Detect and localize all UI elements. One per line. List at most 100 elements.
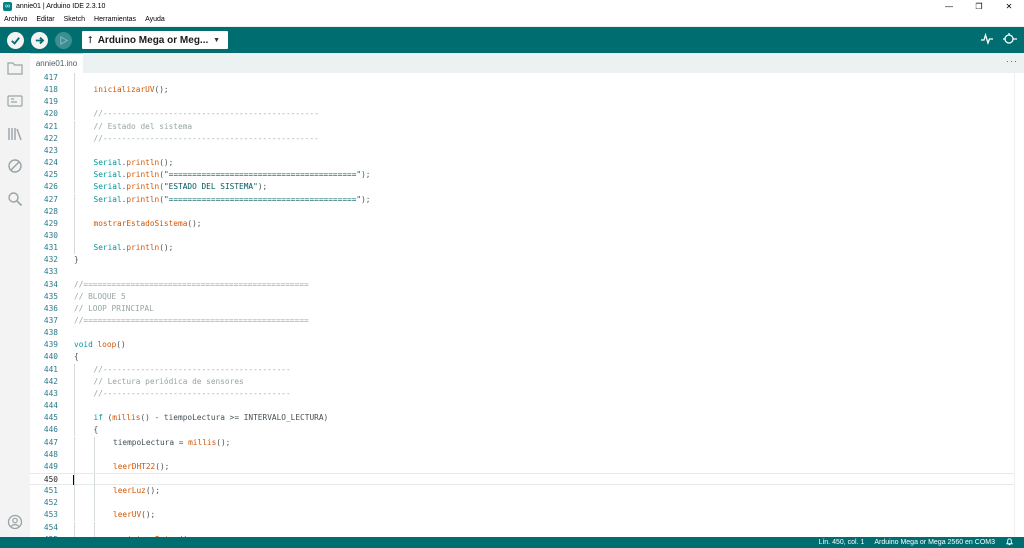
line-number: 439 — [43, 340, 58, 350]
account-avatar-icon[interactable] — [6, 513, 24, 531]
code-token: Serial — [93, 158, 122, 168]
verify-button[interactable] — [7, 31, 24, 49]
code-token: { — [74, 352, 79, 362]
code-line[interactable]: 431 Serial.println(); — [30, 242, 1014, 255]
debug-button[interactable] — [55, 31, 72, 49]
close-button[interactable]: ✕ — [994, 0, 1024, 13]
code-line[interactable]: 450 — [30, 472, 1014, 486]
code-line[interactable]: 432} — [30, 254, 1014, 266]
code-line[interactable]: 451 leerLuz(); — [30, 485, 1014, 498]
code-line[interactable]: 422 //-----------------------------------… — [30, 132, 1014, 145]
minimize-button[interactable]: — — [934, 0, 964, 13]
code-line[interactable]: 449 leerDHT22(); — [30, 460, 1014, 473]
code-line[interactable]: 445 if (millis() - tiempoLectura >= INTER… — [30, 412, 1014, 425]
board-selector[interactable]: ⭡ Arduino Mega or Meg... ▼ — [82, 31, 228, 49]
editor-scrollbar[interactable] — [1014, 73, 1024, 537]
code-line[interactable]: 434 //===================================… — [30, 279, 1014, 291]
code-line[interactable]: 439 void loop() — [30, 339, 1014, 351]
code-line[interactable]: 448 — [30, 448, 1014, 461]
code-token: Serial — [93, 182, 122, 192]
serial-monitor-icon[interactable] — [1002, 32, 1018, 46]
line-number: 443 — [43, 388, 58, 398]
sketchbook-folder-icon[interactable] — [6, 59, 24, 77]
line-number: 431 — [43, 243, 58, 253]
code-token: println — [126, 182, 160, 192]
code-line[interactable]: 441 //-----------------------------------… — [30, 363, 1014, 376]
code-line[interactable]: 438 — [30, 327, 1014, 339]
code-text: Serial.println("ESTADO DEL SISTEMA"); — [94, 181, 268, 193]
activity-sidebar — [0, 53, 30, 537]
code-text: Serial.println(); — [94, 157, 174, 169]
code-token: println — [126, 170, 160, 180]
indent-guide — [74, 375, 75, 388]
indent-guide — [74, 120, 75, 133]
code-line[interactable]: 440 { — [30, 351, 1014, 363]
code-line[interactable]: 420 //-----------------------------------… — [30, 108, 1014, 121]
line-number: 444 — [43, 401, 58, 411]
code-token: (); — [159, 158, 174, 168]
search-icon[interactable] — [6, 190, 24, 208]
code-line[interactable]: 430 — [30, 229, 1014, 242]
code-line[interactable]: 436 // LOOP PRINCIPAL — [30, 303, 1014, 315]
code-text: //--------------------------------------… — [94, 364, 291, 376]
line-number: 433 — [43, 267, 58, 277]
code-line[interactable]: 442 // Lectura periódica de sensores — [30, 375, 1014, 388]
code-line[interactable]: 443 //-----------------------------------… — [30, 387, 1014, 400]
code-line[interactable]: 444 — [30, 400, 1014, 413]
boards-manager-icon[interactable] — [6, 92, 24, 110]
indent-guide — [74, 412, 75, 425]
code-line[interactable]: 423 — [30, 144, 1014, 157]
line-number: 446 — [43, 425, 58, 435]
code-line[interactable]: 427 Serial.println("=====================… — [30, 193, 1014, 206]
code-line[interactable]: 421 // Estado del sistema — [30, 120, 1014, 133]
menu-herramientas[interactable]: Herramientas — [94, 16, 136, 23]
code-line[interactable]: 429 mostrarEstadoSistema(); — [30, 217, 1014, 230]
code-token: inicializarUV — [93, 85, 155, 95]
code-token: // BLOQUE 5 — [74, 291, 126, 301]
more-options-icon[interactable]: ··· — [1006, 56, 1018, 66]
code-line[interactable]: 437 //===================================… — [30, 315, 1014, 327]
notifications-bell-icon[interactable] — [1005, 537, 1014, 548]
code-line[interactable]: 454 — [30, 521, 1014, 534]
text-cursor — [73, 474, 74, 485]
code-line[interactable]: 419 — [30, 96, 1014, 109]
tab-annie01-ino[interactable]: annie01.ino — [30, 53, 83, 73]
code-line[interactable]: 447 tiempoLectura = millis(); — [30, 436, 1014, 449]
code-editor[interactable]: 455registrarDatos();454453leerUV();45245… — [30, 73, 1024, 537]
code-token: ); — [257, 182, 268, 192]
upload-button[interactable] — [31, 31, 48, 49]
library-manager-icon[interactable] — [6, 125, 24, 143]
code-line[interactable]: 425 Serial.println("=====================… — [30, 169, 1014, 182]
code-line[interactable]: 453 leerUV(); — [30, 509, 1014, 522]
code-line[interactable]: 424 Serial.println(); — [30, 157, 1014, 170]
menu-editar[interactable]: Editar — [36, 16, 54, 23]
menu-archivo[interactable]: Archivo — [4, 16, 27, 23]
code-line[interactable]: 435 // BLOQUE 5 — [30, 291, 1014, 303]
code-line[interactable]: 452 — [30, 497, 1014, 510]
menu-sketch[interactable]: Sketch — [64, 16, 85, 23]
code-token: mostrarEstadoSistema — [93, 218, 188, 228]
line-number: 426 — [43, 182, 58, 192]
code-text: } — [74, 254, 79, 266]
code-line[interactable]: 418 inicializarUV(); — [30, 84, 1014, 97]
menu-ayuda[interactable]: Ayuda — [145, 16, 165, 23]
code-line[interactable]: 417 — [30, 73, 1014, 84]
maximize-button[interactable]: ❐ — [964, 0, 994, 13]
cursor-position[interactable]: Lín. 450, col. 1 — [818, 539, 864, 546]
code-token: Serial — [93, 170, 122, 180]
line-number: 449 — [43, 461, 58, 471]
line-number: 445 — [43, 413, 58, 423]
code-token: Serial — [93, 194, 122, 204]
code-line[interactable]: 446 { — [30, 424, 1014, 437]
code-text: { — [94, 424, 99, 436]
code-token: println — [126, 243, 160, 253]
serial-plotter-icon[interactable] — [980, 32, 994, 46]
code-line[interactable]: 426 Serial.println("ESTADO DEL SISTEMA"); — [30, 181, 1014, 194]
code-line[interactable]: 433 — [30, 266, 1014, 278]
board-port-status[interactable]: Arduino Mega or Mega 2560 en COM3 — [874, 539, 995, 546]
board-selector-label: Arduino Mega or Meg... — [97, 34, 209, 46]
code-line[interactable]: 428 — [30, 205, 1014, 218]
code-text: inicializarUV(); — [94, 84, 169, 96]
debug-panel-icon[interactable] — [6, 157, 24, 175]
code-text: //--------------------------------------… — [94, 108, 319, 120]
